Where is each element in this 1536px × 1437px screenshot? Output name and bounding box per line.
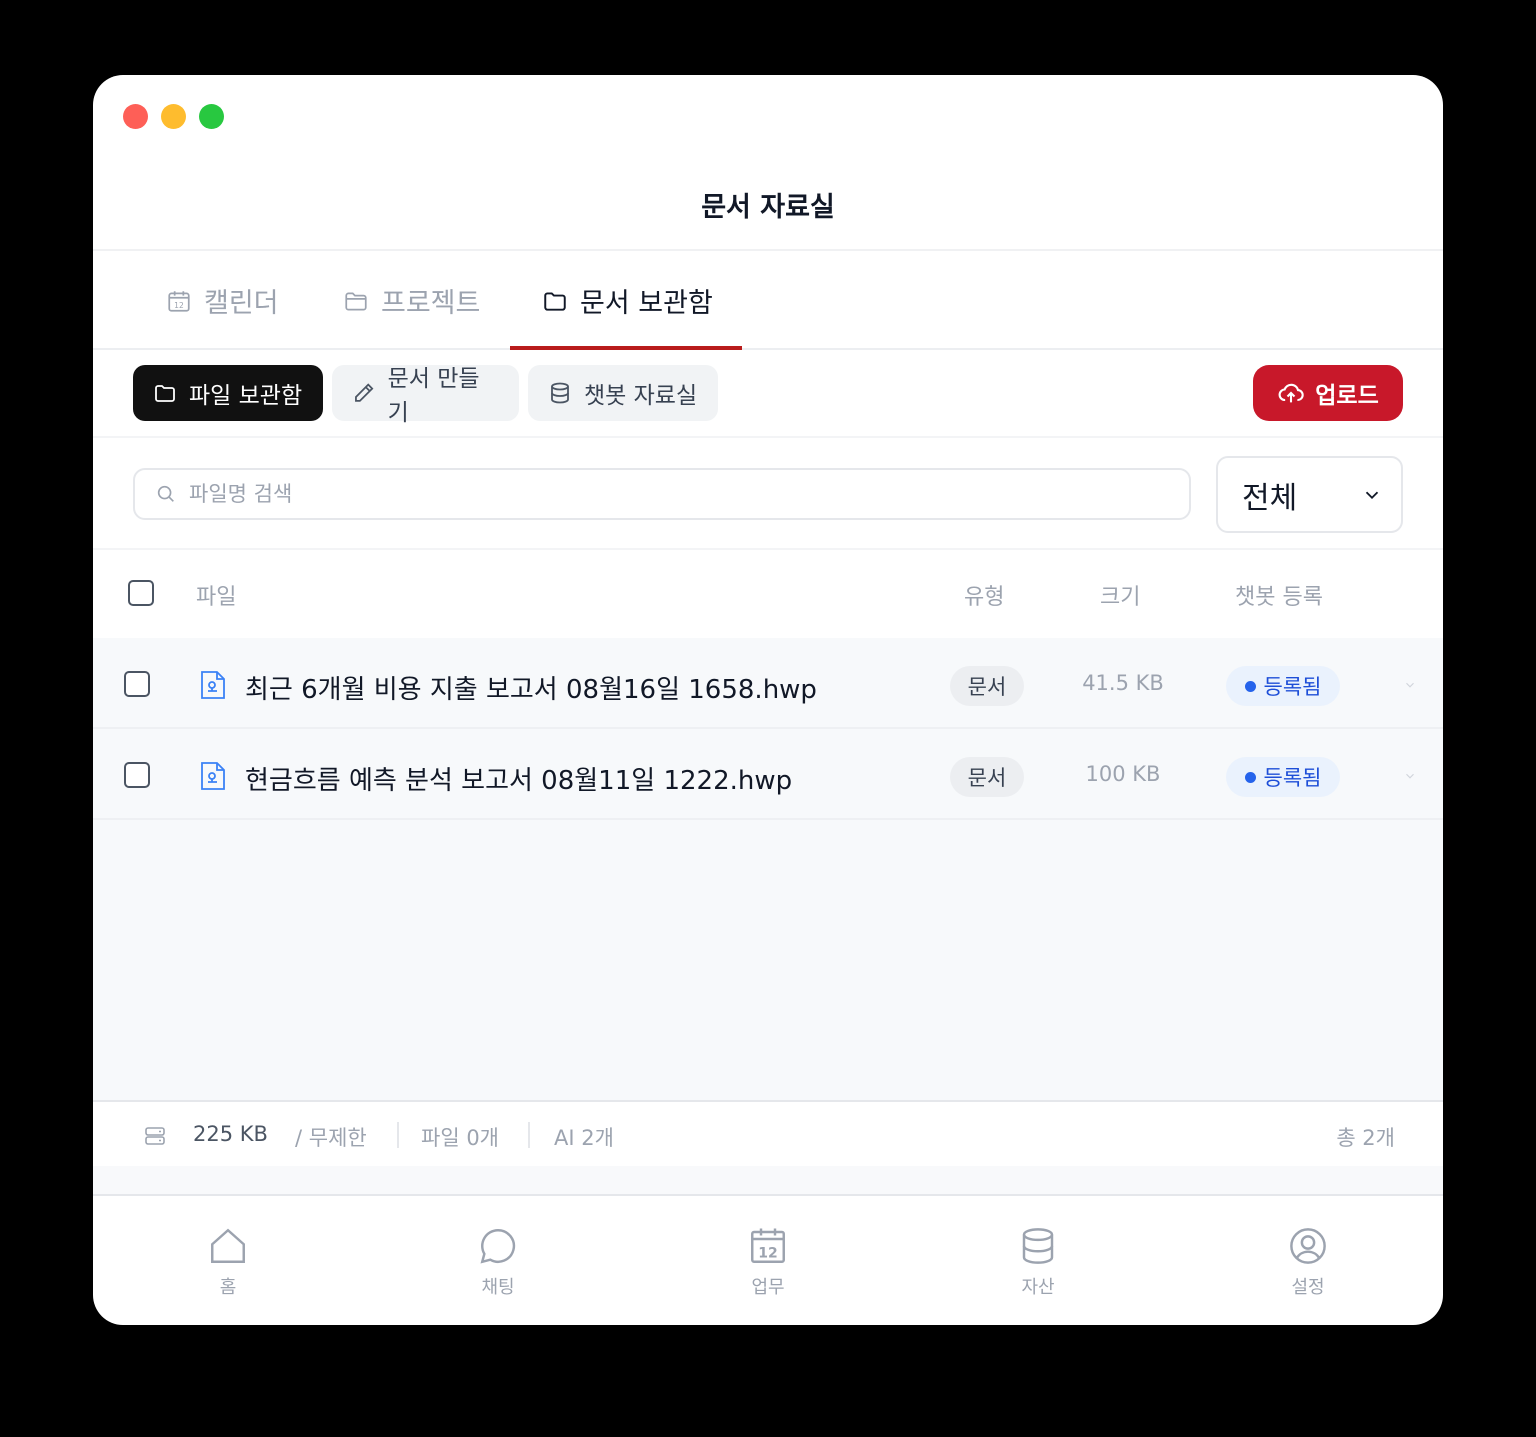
row-checkbox[interactable] bbox=[124, 671, 150, 697]
nav-label: 홈 bbox=[219, 1277, 237, 1298]
hwp-file-icon bbox=[201, 762, 225, 790]
svg-text:12: 12 bbox=[174, 301, 184, 310]
cloud-upload-icon bbox=[1278, 383, 1304, 403]
select-value: 전체 bbox=[1242, 480, 1298, 516]
file-size: 41.5 KB bbox=[1082, 671, 1164, 695]
app-window: 문서 자료실 12 캘린더 프로젝트 문서 보관함 파일 보관함 문서 만들기 … bbox=[93, 75, 1443, 1325]
calendar-icon: 12 bbox=[751, 1228, 785, 1263]
nav-chat[interactable]: 채팅 bbox=[428, 1225, 568, 1299]
tab-label: 문서 보관함 bbox=[580, 288, 713, 319]
nav-settings[interactable]: 설정 bbox=[1238, 1225, 1378, 1299]
table-row[interactable]: 현금흐름 예측 분석 보고서 08월11일 1222.hwp 문서 100 KB… bbox=[93, 729, 1443, 820]
chevron-down-icon[interactable] bbox=[1403, 769, 1417, 783]
search-input[interactable] bbox=[189, 482, 1089, 506]
segment-file-archive[interactable]: 파일 보관함 bbox=[133, 365, 323, 421]
nav-label: 설정 bbox=[1291, 1277, 1325, 1298]
nav-assets[interactable]: 자산 bbox=[968, 1225, 1108, 1299]
home-icon bbox=[211, 1228, 245, 1263]
segment-chatbot-library[interactable]: 챗봇 자료실 bbox=[528, 365, 718, 421]
calendar-icon: 12 bbox=[168, 290, 190, 312]
folder-icon bbox=[155, 385, 175, 402]
segment-create-document[interactable]: 문서 만들기 bbox=[332, 365, 519, 426]
storage-footer: 225 KB / 무제한 파일 0개 AI 2개 총 2개 bbox=[93, 1100, 1443, 1166]
search-icon bbox=[157, 485, 174, 502]
header-type: 유형 bbox=[964, 585, 1005, 610]
ai-count: AI 2개 bbox=[554, 1126, 614, 1150]
status-badge: 등록됨 bbox=[1226, 757, 1340, 797]
footer-spacer bbox=[93, 1166, 1443, 1196]
segment-label: 파일 보관함 bbox=[189, 383, 303, 409]
divider bbox=[528, 1122, 530, 1148]
nav-label: 자산 bbox=[1021, 1277, 1055, 1298]
tab-projects[interactable]: 프로젝트 bbox=[343, 281, 480, 320]
status-label: 등록됨 bbox=[1263, 675, 1322, 699]
folder-icon bbox=[544, 291, 566, 311]
svg-text:12: 12 bbox=[758, 1245, 777, 1261]
segment-label: 문서 만들기 bbox=[387, 366, 480, 426]
main-tabs: 12 캘린더 프로젝트 문서 보관함 bbox=[93, 251, 1443, 350]
type-badge: 문서 bbox=[950, 757, 1024, 797]
status-dot bbox=[1244, 771, 1256, 783]
storage-used: 225 KB bbox=[193, 1122, 268, 1146]
database-icon bbox=[551, 382, 569, 404]
title-bar: 문서 자료실 bbox=[93, 75, 1443, 251]
database-icon bbox=[1022, 1228, 1054, 1264]
page-title: 문서 자료실 bbox=[701, 192, 835, 223]
storage-icon bbox=[145, 1127, 165, 1145]
tab-label: 캘린더 bbox=[204, 288, 279, 319]
table-body: 최근 6개월 비용 지출 보고서 08월16일 1658.hwp 문서 41.5… bbox=[93, 638, 1443, 1100]
divider bbox=[397, 1122, 399, 1148]
toolbar: 파일 보관함 문서 만들기 챗봇 자료실 업로드 bbox=[93, 350, 1443, 438]
header-file: 파일 bbox=[196, 585, 237, 610]
chat-icon bbox=[480, 1229, 516, 1264]
header-chatbot-registration: 챗봇 등록 bbox=[1235, 585, 1323, 610]
type-filter-select[interactable]: 전체 bbox=[1216, 456, 1403, 533]
user-circle-icon bbox=[1290, 1228, 1326, 1264]
upload-label: 업로드 bbox=[1315, 383, 1379, 409]
table-row[interactable]: 최근 6개월 비용 지출 보고서 08월16일 1658.hwp 문서 41.5… bbox=[93, 638, 1443, 729]
file-count: 파일 0개 bbox=[421, 1126, 499, 1150]
filter-row: 전체 bbox=[93, 438, 1443, 550]
nav-home[interactable]: 홈 bbox=[158, 1225, 298, 1299]
file-size: 100 KB bbox=[1085, 762, 1161, 786]
folder-icon bbox=[345, 292, 367, 311]
header-size: 크기 bbox=[1100, 585, 1141, 610]
total-count: 총 2개 bbox=[1336, 1126, 1395, 1150]
hwp-file-icon bbox=[201, 671, 225, 699]
select-all-checkbox[interactable] bbox=[128, 580, 154, 606]
table-header: 파일 유형 크기 챗봇 등록 bbox=[93, 550, 1443, 638]
file-name[interactable]: 최근 6개월 비용 지출 보고서 08월16일 1658.hwp bbox=[245, 669, 817, 706]
chevron-down-icon bbox=[1365, 491, 1379, 499]
row-checkbox[interactable] bbox=[124, 762, 150, 788]
tab-calendar[interactable]: 12 캘린더 bbox=[166, 281, 279, 320]
pencil-icon bbox=[355, 383, 374, 402]
status-badge: 등록됨 bbox=[1226, 666, 1340, 706]
bottom-nav: 홈 채팅 12 업무 자산 설정 bbox=[93, 1197, 1443, 1325]
tab-document-archive[interactable]: 문서 보관함 bbox=[542, 281, 713, 320]
status-label: 등록됨 bbox=[1263, 766, 1322, 790]
search-box bbox=[133, 468, 1191, 520]
file-name[interactable]: 현금흐름 예측 분석 보고서 08월11일 1222.hwp bbox=[245, 760, 792, 797]
status-dot bbox=[1244, 680, 1256, 692]
chevron-down-icon[interactable] bbox=[1403, 678, 1417, 692]
segment-label: 챗봇 자료실 bbox=[584, 383, 698, 409]
tab-label: 프로젝트 bbox=[381, 288, 481, 319]
type-badge: 문서 bbox=[950, 666, 1024, 706]
storage-quota: / 무제한 bbox=[295, 1126, 367, 1150]
nav-tasks[interactable]: 12 업무 bbox=[698, 1225, 838, 1299]
upload-button[interactable]: 업로드 bbox=[1253, 365, 1403, 421]
nav-label: 업무 bbox=[751, 1277, 785, 1298]
nav-label: 채팅 bbox=[481, 1277, 515, 1298]
